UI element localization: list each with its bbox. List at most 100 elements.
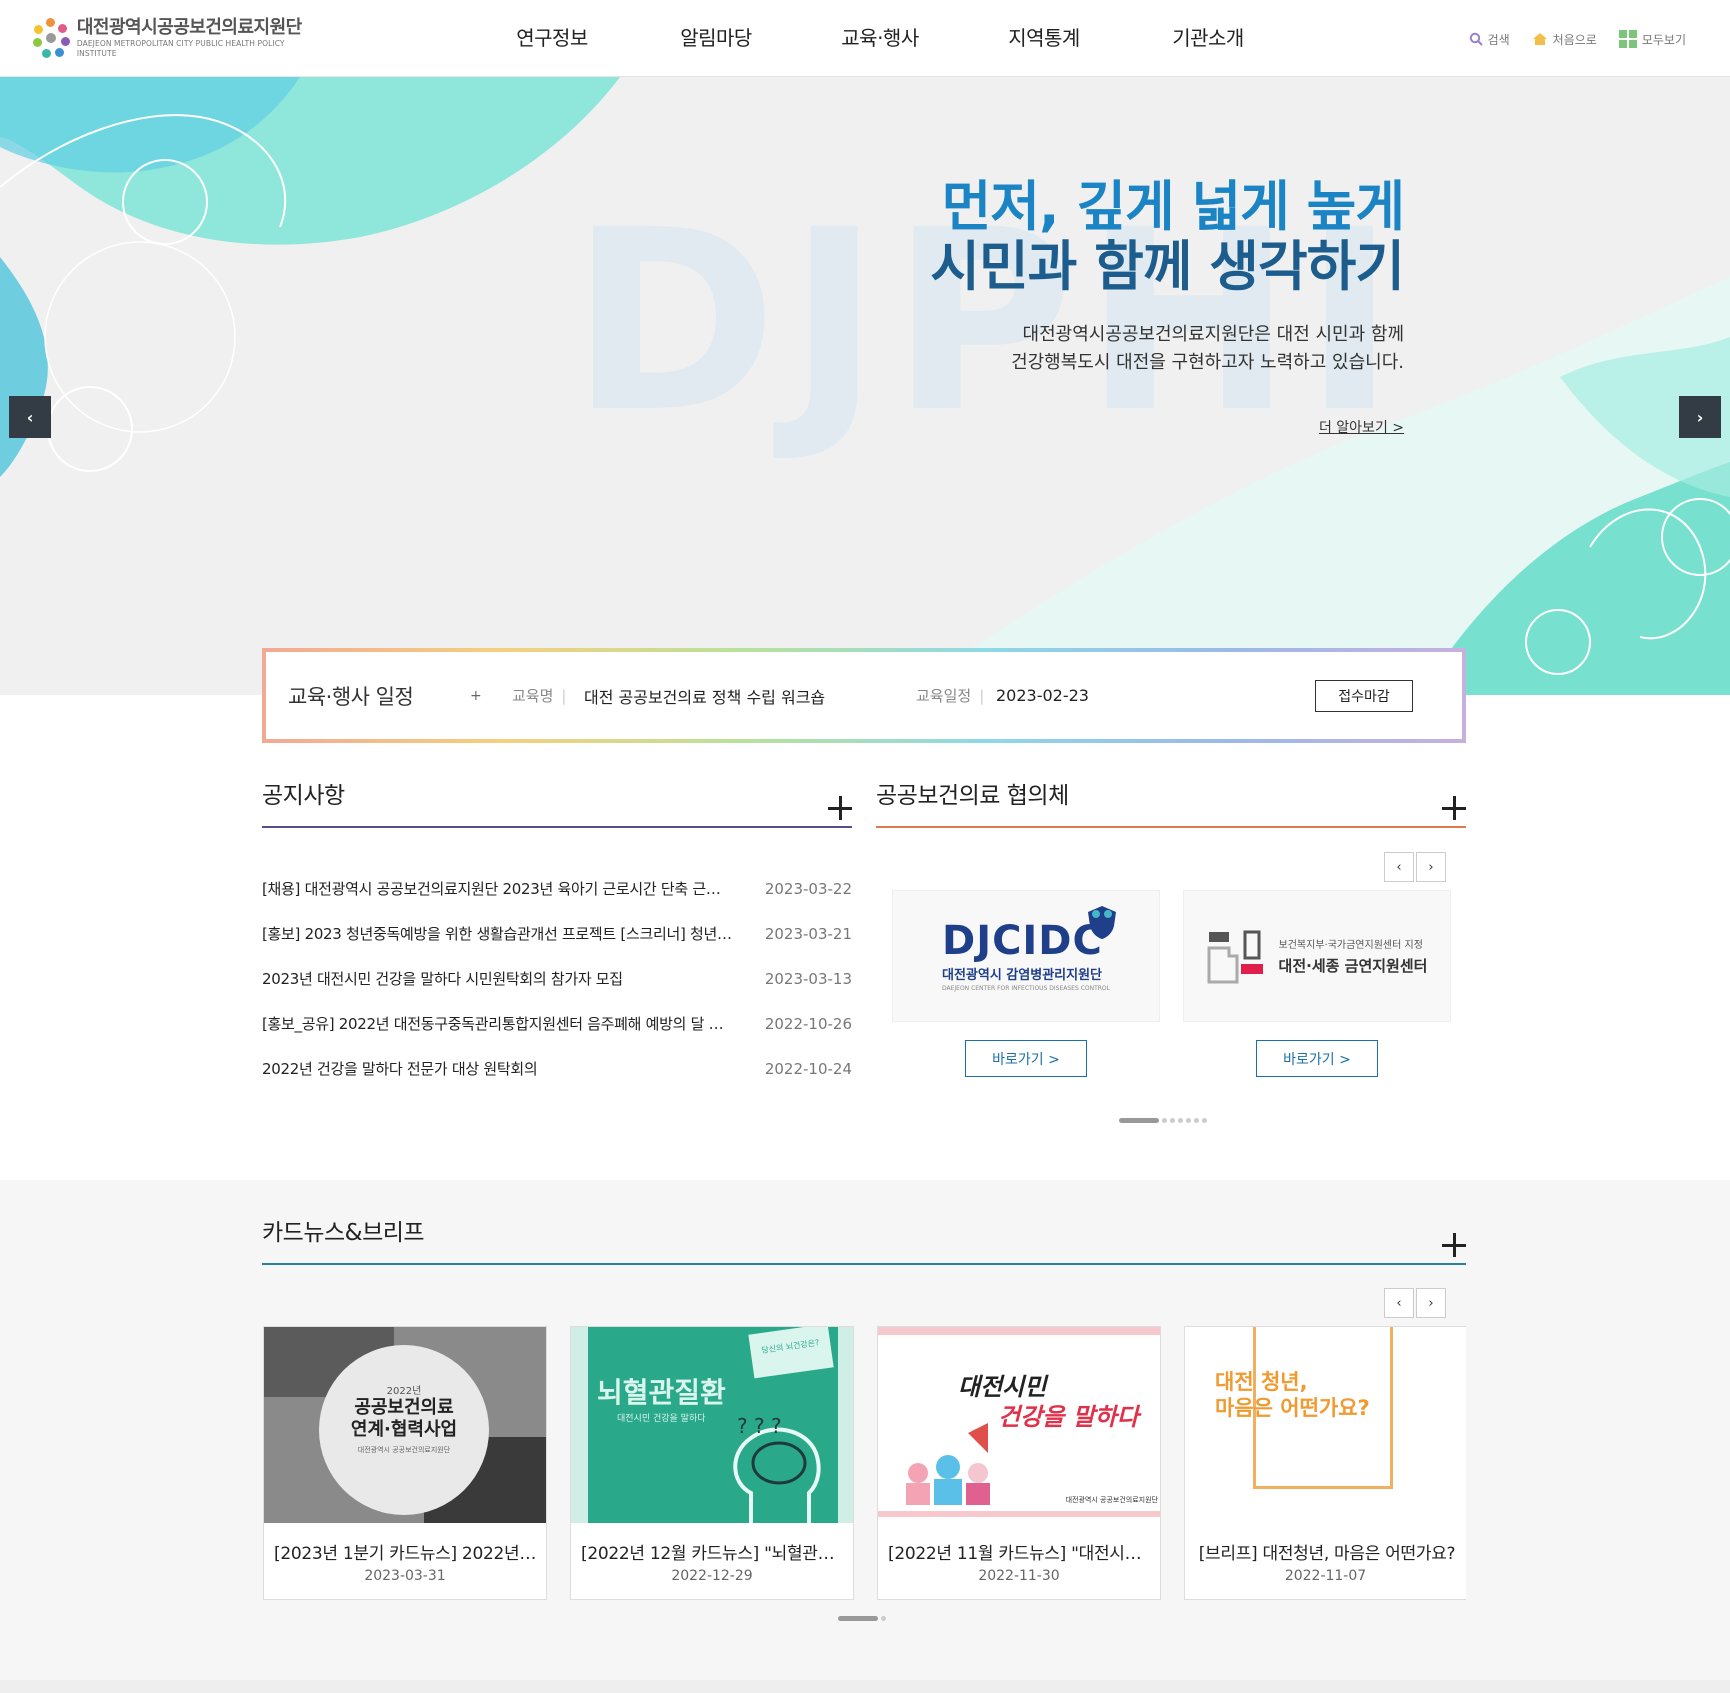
notice-row[interactable]: [홍보_공유] 2022년 대전동구중독관리통합지원센터 음주폐해 예방의 달 …	[262, 1001, 852, 1046]
card-title[interactable]: [브리프] 대전청년, 마음은 어떤가요?	[1195, 1539, 1459, 1564]
notice-row-title[interactable]: [채용] 대전광역시 공공보건의료지원단 2023년 육아기 근로시간 단축 근…	[262, 878, 732, 899]
cardnews-card[interactable]: 대전시민 건강을 말하다 대전광역시 공공보건의료지원단 [2022년 11월 …	[877, 1326, 1161, 1600]
nav-education-events[interactable]: 교육·행사	[798, 22, 962, 51]
logo-title: 대전광역시공공보건의료지원단	[76, 17, 302, 38]
people-shouting-icon	[906, 1423, 990, 1505]
cardnews-card[interactable]: 2022년 공공보건의료 연계·협력사업 대전광역시 공공보건의료지원단 [20…	[263, 1326, 547, 1600]
pagination-dot[interactable]	[1170, 1118, 1175, 1123]
council-pagination	[1119, 1118, 1207, 1123]
pagination-dot[interactable]	[881, 1616, 886, 1621]
hero-next-button[interactable]: ›	[1679, 396, 1721, 438]
nav-research[interactable]: 연구정보	[470, 22, 634, 51]
notice-row-title[interactable]: 2023년 대전시민 건강을 말하다 시민원탁회의 참가자 모집	[262, 968, 732, 989]
council-slider-nav: ‹ ›	[1384, 852, 1446, 882]
notice-more-plus-icon[interactable]	[828, 796, 852, 820]
cardnews-title: 카드뉴스&브리프	[262, 1220, 425, 1246]
logo-subtitle: DAEJEON METROPOLITAN CITY PUBLIC HEALTH …	[76, 39, 285, 58]
search-label: 검색	[1487, 32, 1510, 47]
notice-row-date: 2022-10-24	[764, 1059, 852, 1078]
notice-underline	[262, 826, 852, 828]
schedule-status-button[interactable]: 접수마감	[1315, 679, 1413, 712]
partner-go-button[interactable]: 바로가기 >	[1256, 1040, 1378, 1077]
card-thumbnail: 대전시민 건강을 말하다 대전광역시 공공보건의료지원단	[878, 1327, 1160, 1523]
notice-row[interactable]: [채용] 대전광역시 공공보건의료지원단 2023년 육아기 근로시간 단축 근…	[262, 866, 852, 911]
cardnews-more-plus-icon[interactable]	[1442, 1233, 1466, 1257]
notice-row-date: 2022-10-26	[764, 1014, 852, 1033]
partner-go-button[interactable]: 바로가기 >	[965, 1040, 1087, 1077]
notice-row[interactable]: [홍보] 2023 청년중독예방을 위한 생활습관개선 프로젝트 [스크리너] …	[262, 911, 852, 956]
cardnews-slider-nav: ‹ ›	[1384, 1288, 1446, 1318]
nav-notice-board[interactable]: 알림마당	[634, 22, 798, 51]
cardnews-card[interactable]: 대전 청년, 마음은 어떤가요? [브리프] 대전청년, 마음은 어떤가요? 2…	[1184, 1326, 1466, 1600]
partner-logo-djcidc[interactable]: DJCIDC 대전광역시 감염병관리지원단 DAEJEON CENTER FOR…	[892, 890, 1160, 1022]
grid-icon	[1618, 30, 1637, 48]
pagination-dot[interactable]	[1186, 1118, 1191, 1123]
pagination-dot[interactable]	[1202, 1118, 1207, 1123]
search-link[interactable]: 검색	[1469, 30, 1510, 48]
card-thumb-line2: 연계·협력사업	[350, 1419, 458, 1440]
pagination-dot[interactable]	[1194, 1118, 1199, 1123]
card-date: 2022-12-29	[671, 1568, 753, 1584]
notice-row[interactable]: 2023년 대전시민 건강을 말하다 시민원탁회의 참가자 모집 2023-03…	[262, 956, 852, 1001]
pagination-dot[interactable]	[1162, 1118, 1167, 1123]
hero-prev-button[interactable]: ‹	[9, 396, 51, 438]
schedule-date-label: 교육일정 |	[916, 687, 985, 705]
card-title[interactable]: [2023년 1분기 카드뉴스] 2022년 공공보건의료 연계·협력사업	[274, 1539, 538, 1564]
card-title[interactable]: [2022년 11월 카드뉴스] "대전시민 건강을 말하다"	[888, 1539, 1152, 1564]
chevron-left-icon: ‹	[26, 407, 34, 427]
council-prev-button[interactable]: ‹	[1384, 852, 1414, 882]
notice-row-date: 2023-03-21	[764, 924, 852, 943]
hero-title: 먼저, 깊게 넓게 높게 시민과 함께 생각하기	[930, 177, 1405, 298]
smoking-center-logo-name: 대전·세종 금연지원센터	[1278, 957, 1428, 975]
schedule-more-plus[interactable]: +	[470, 688, 482, 704]
notice-row-title[interactable]: [홍보] 2023 청년중독예방을 위한 생활습관개선 프로젝트 [스크리너] …	[262, 923, 732, 944]
card-thumbnail: 2022년 공공보건의료 연계·협력사업 대전광역시 공공보건의료지원단	[264, 1327, 546, 1523]
schedule-bar: 교육·행사 일정 + 교육명 | 대전 공공보건의료 정책 수립 워크숍 교육일정…	[262, 648, 1466, 743]
hero-title-line2: 시민과 함께 생각하기	[930, 235, 1405, 298]
notice-row[interactable]: 2022년 건강을 말하다 전문가 대상 원탁회의 2022-10-24	[262, 1046, 852, 1091]
cardnews-header: 카드뉴스&브리프	[262, 1213, 1466, 1265]
notice-row-date: 2023-03-13	[764, 969, 852, 988]
card-title[interactable]: [2022년 12월 카드뉴스] "뇌혈관질환"	[581, 1539, 845, 1564]
council-underline	[876, 826, 1466, 828]
schedule-name-value[interactable]: 대전 공공보건의료 정책 수립 워크숍	[584, 684, 825, 708]
svg-text:? ? ?: ? ? ?	[737, 1414, 782, 1438]
cardnews-prev-button[interactable]: ‹	[1384, 1288, 1414, 1318]
cardnews-next-button[interactable]: ›	[1416, 1288, 1446, 1318]
footer-strip	[0, 1680, 1730, 1693]
notice-row-date: 2023-03-22	[764, 879, 852, 898]
home-link[interactable]: 처음으로	[1532, 30, 1597, 48]
pagination-dot-active[interactable]	[1119, 1118, 1159, 1123]
cardnews-card[interactable]: 당신의 뇌건강은? 뇌혈관질환 대전시민 건강을 말하다 ? ? ? [2022…	[570, 1326, 854, 1600]
site-logo[interactable]: 대전광역시공공보건의료지원단 DAEJEON METROPOLITAN CITY…	[30, 16, 320, 60]
pagination-dot-active[interactable]	[838, 1616, 878, 1621]
site-header: 대전광역시공공보건의료지원단 DAEJEON METROPOLITAN CITY…	[0, 0, 1730, 77]
nav-about[interactable]: 기관소개	[1126, 22, 1290, 51]
council-title: 공공보건의료 협의체	[876, 783, 1069, 809]
card-date: 2023-03-31	[364, 1568, 446, 1584]
djcidc-logo-en: DAEJEON CENTER FOR INFECTIOUS DISEASES C…	[941, 985, 1110, 992]
logo-mark-icon	[30, 17, 71, 59]
card-thumbnail: 당신의 뇌건강은? 뇌혈관질환 대전시민 건강을 말하다 ? ? ?	[571, 1327, 853, 1523]
notice-row-title[interactable]: 2022년 건강을 말하다 전문가 대상 원탁회의	[262, 1058, 732, 1079]
pagination-dot[interactable]	[1178, 1118, 1183, 1123]
hero-desc-line1: 대전광역시공공보건의료지원단은 대전 시민과 함께	[1022, 324, 1404, 345]
notice-row-title[interactable]: [홍보_공유] 2022년 대전동구중독관리통합지원센터 음주폐해 예방의 달 …	[262, 1013, 732, 1034]
card-date: 2022-11-30	[978, 1568, 1060, 1584]
council-next-button[interactable]: ›	[1416, 852, 1446, 882]
home-label: 처음으로	[1552, 32, 1597, 47]
council-more-plus-icon[interactable]	[1442, 796, 1466, 820]
main-nav: 연구정보 알림마당 교육·행사 지역통계 기관소개	[470, 22, 1290, 51]
card-thumb-line1: 대전 청년,	[1215, 1370, 1308, 1394]
smoking-center-mark-icon	[1207, 930, 1263, 984]
card-thumb-line2: 건강을 말하다	[998, 1403, 1139, 1431]
partner-logo-smoking-center[interactable]: 보건복지부·국가금연지원센터 지정 대전·세종 금연지원센터	[1183, 890, 1451, 1022]
sitemap-link[interactable]: 모두보기	[1618, 30, 1686, 48]
card-thumb-foot: 대전광역시 공공보건의료지원단	[1065, 1496, 1158, 1504]
notice-list: [채용] 대전광역시 공공보건의료지원단 2023년 육아기 근로시간 단축 근…	[262, 866, 852, 1091]
utility-menu: 검색 처음으로 모두보기	[1469, 30, 1686, 48]
nav-regional-stats[interactable]: 지역통계	[962, 22, 1126, 51]
schedule-title: 교육·행사 일정	[288, 684, 414, 709]
djcidc-logo-subtitle: 대전광역시 감염병관리지원단	[941, 968, 1102, 983]
hero-more-link[interactable]: 더 알아보기 >	[1319, 417, 1404, 437]
